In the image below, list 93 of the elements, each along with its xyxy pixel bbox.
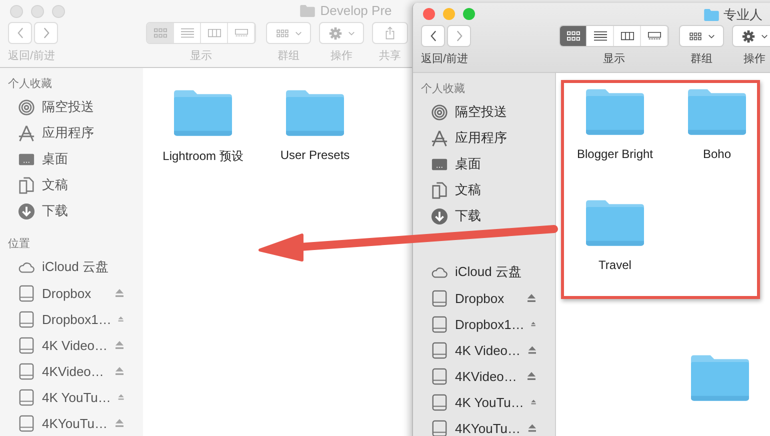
view-mode-button[interactable] <box>560 26 587 46</box>
eject-icon[interactable] <box>527 294 536 302</box>
sidebar-heading: 位置 <box>7 237 31 252</box>
gear-icon <box>742 30 754 42</box>
documents-icon <box>18 176 35 194</box>
toolbar-label: 返回/前进 <box>421 52 468 66</box>
caret-icon <box>760 34 768 38</box>
gear-icon <box>328 26 342 40</box>
eject-icon[interactable] <box>528 424 536 432</box>
icon-grid-icon <box>688 31 702 41</box>
eject-icon[interactable] <box>530 398 536 406</box>
sidebar-item[interactable]: 4K Video… <box>455 342 521 358</box>
drive-icon <box>18 362 35 380</box>
chevron-right-icon <box>456 30 462 42</box>
toolbar-label: 群组 <box>278 49 300 63</box>
drive-icon <box>18 310 35 328</box>
list-icon <box>180 28 194 38</box>
chevron-right-icon <box>42 27 50 39</box>
drive-icon <box>431 420 448 436</box>
sidebar-heading: 个人收藏 <box>7 76 53 92</box>
sidebar-item[interactable]: 应用程序 <box>455 129 555 147</box>
airdrop-icon <box>431 104 448 120</box>
folder-name: Travel <box>598 258 632 272</box>
icon-grid-icon <box>154 28 166 38</box>
drive-icon <box>431 342 448 358</box>
folder-icon[interactable] <box>691 354 749 401</box>
folder-name: Blogger Bright <box>576 147 654 161</box>
action-button[interactable] <box>732 25 770 47</box>
caret-icon <box>348 30 354 36</box>
toolbar-label: 操作 <box>330 49 352 63</box>
toolbar-label: 返回/前进 <box>8 49 56 63</box>
sidebar-item[interactable]: Dropbox1… <box>455 316 524 332</box>
drive-icon <box>18 388 35 406</box>
window-title: 专业人 <box>724 6 762 24</box>
columns-icon <box>208 28 220 38</box>
download-icon <box>18 202 35 220</box>
share-icon <box>385 26 395 40</box>
sidebar-item[interactable]: 4KVideo… <box>455 368 520 384</box>
gallery-icon <box>234 28 248 38</box>
drive-icon <box>431 290 448 306</box>
airdrop-icon <box>18 98 35 116</box>
minimize-button[interactable] <box>443 8 455 20</box>
columns-icon <box>620 31 634 41</box>
view-mode-control[interactable] <box>559 25 669 47</box>
sidebar-item[interactable]: Dropbox <box>455 290 520 306</box>
folder-name: User Presets <box>280 148 350 162</box>
chevron-left-icon <box>16 27 24 39</box>
drive-icon <box>18 336 35 354</box>
icon-grid-icon <box>566 31 580 41</box>
list-icon <box>594 31 606 41</box>
eject-icon[interactable] <box>528 346 536 354</box>
eject-icon[interactable] <box>527 372 536 380</box>
sidebar-item[interactable]: 隔空投送 <box>455 103 555 121</box>
close-button[interactable] <box>423 8 435 20</box>
toolbar-label: 群组 <box>690 52 712 66</box>
sidebar-item[interactable]: 下载 <box>455 207 555 225</box>
back-button[interactable] <box>421 25 445 47</box>
folder-icon <box>704 9 718 21</box>
sidebar-item[interactable]: 4K YouTu… <box>455 394 524 410</box>
drive-icon <box>18 414 35 432</box>
sidebar-item[interactable]: iCloud 云盘 <box>455 263 555 281</box>
forward-button[interactable] <box>447 25 471 47</box>
sidebar-heading: 个人收藏 <box>420 82 466 97</box>
sidebar-item[interactable]: 文稿 <box>455 181 555 199</box>
drive-icon <box>18 284 35 302</box>
caret-icon <box>294 30 302 36</box>
eject-icon[interactable] <box>531 320 536 328</box>
drive-icon <box>431 316 448 332</box>
app-store-icon <box>18 124 35 142</box>
folder-icon[interactable] <box>688 88 746 135</box>
sidebar-item[interactable]: 桌面 <box>455 155 555 173</box>
toolbar-label: 共享 <box>379 48 401 63</box>
zoom-button[interactable] <box>463 8 475 20</box>
toolbar-label: 显示 <box>603 52 625 66</box>
documents-icon <box>431 182 448 198</box>
folder-icon[interactable] <box>586 199 644 246</box>
folder-name: Boho <box>702 147 732 161</box>
drive-icon <box>431 368 448 384</box>
toolbar-label: 操作 <box>744 52 766 66</box>
group-button[interactable] <box>679 25 724 47</box>
caret-icon <box>708 34 714 38</box>
chevron-left-icon <box>430 30 436 42</box>
folder-name: Lightroom 预设 <box>162 148 244 165</box>
icon-grid-icon <box>276 28 288 38</box>
toolbar-label: 显示 <box>190 49 212 63</box>
window-title: Develop Pre <box>320 3 392 18</box>
app-store-icon <box>431 130 448 146</box>
download-icon <box>431 208 448 224</box>
folder-icon <box>300 4 316 16</box>
folder-icon[interactable] <box>586 88 644 135</box>
drive-icon <box>431 394 448 410</box>
sidebar-item[interactable]: 4KYouTu… <box>455 420 521 436</box>
gallery-icon <box>648 31 660 41</box>
